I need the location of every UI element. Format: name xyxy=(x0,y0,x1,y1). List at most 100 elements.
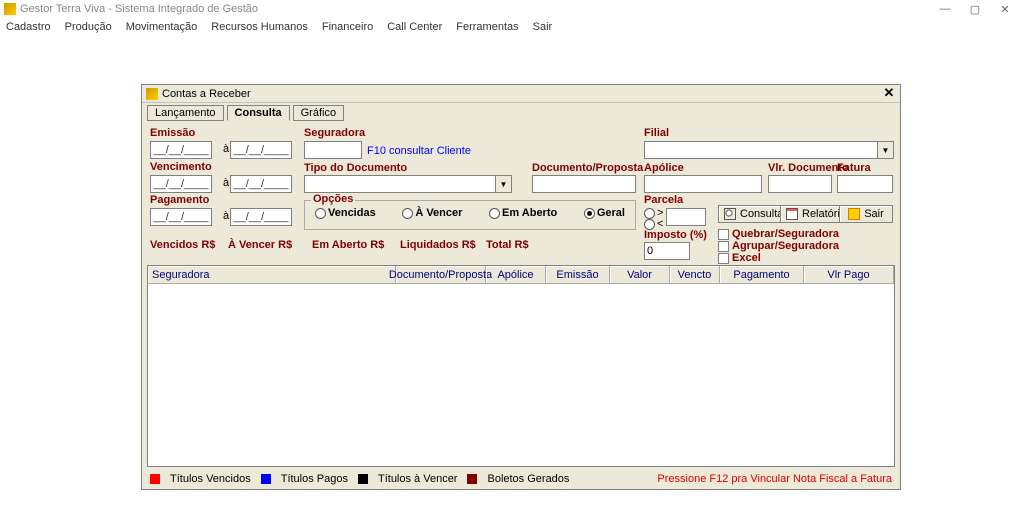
label-imposto: Imposto (%) xyxy=(644,229,707,241)
exit-icon xyxy=(848,208,860,220)
legend: Títulos Vencidos Títulos Pagos Títulos à… xyxy=(150,473,569,485)
imposto-input[interactable] xyxy=(644,242,690,260)
pagamento-ate-input[interactable] xyxy=(230,208,292,226)
label-seguradora: Seguradora xyxy=(304,127,365,139)
menu-moviment[interactable]: Movimentação xyxy=(126,21,198,33)
tipo-documento-combo[interactable]: ▼ xyxy=(304,175,512,193)
tab-label: Lançamento xyxy=(155,107,216,119)
label-vencimento: Vencimento xyxy=(150,161,212,173)
label-fatura: Fatura xyxy=(837,162,871,174)
chevron-down-icon: ▼ xyxy=(495,176,511,192)
app-icon xyxy=(4,3,16,15)
label-doc-proposta: Documento/Proposta xyxy=(532,162,643,174)
inner-window-icon xyxy=(146,88,158,100)
radio-label: À Vencer xyxy=(415,207,462,219)
results-grid[interactable]: Seguradora Documento/Proposta Apólice Em… xyxy=(147,265,895,467)
parcela-input[interactable] xyxy=(666,208,706,226)
tab-consulta[interactable]: Consulta xyxy=(227,105,290,121)
chk-excel[interactable]: Excel xyxy=(718,252,761,264)
tab-label: Consulta xyxy=(235,107,282,119)
label-emissao: Emissão xyxy=(150,127,195,139)
close-app-button[interactable]: ✕ xyxy=(990,3,1020,16)
f12-hint: Pressione F12 pra Vincular Nota Fiscal a… xyxy=(657,473,892,485)
vencimento-ate: à xyxy=(223,177,229,189)
sum-em-aberto: Em Aberto R$ xyxy=(312,239,384,251)
minimize-button[interactable]: — xyxy=(930,3,960,15)
radio-vencidas[interactable]: Vencidas xyxy=(315,207,376,219)
app-titlebar: Gestor Terra Viva - Sistema Integrado de… xyxy=(0,0,1024,18)
menu-financeiro[interactable]: Financeiro xyxy=(322,21,373,33)
tabs: Lançamento Consulta Gráfico xyxy=(142,103,900,121)
legend-color-boletos xyxy=(467,474,477,484)
pagamento-ate: à xyxy=(223,210,229,222)
vlr-documento-input[interactable] xyxy=(768,175,832,193)
pagamento-de-input[interactable] xyxy=(150,208,212,226)
chk-label: Excel xyxy=(732,252,761,264)
radio-a-vencer[interactable]: À Vencer xyxy=(402,207,462,219)
label-tipo-doc: Tipo do Documento xyxy=(304,162,407,174)
col-seguradora[interactable]: Seguradora xyxy=(148,266,396,283)
emissao-de-input[interactable] xyxy=(150,141,212,159)
legend-a-vencer: Títulos à Vencer xyxy=(378,473,458,485)
fatura-input[interactable] xyxy=(837,175,893,193)
search-icon xyxy=(724,208,736,220)
col-apolice[interactable]: Apólice xyxy=(486,266,546,283)
col-vlr-pago[interactable]: Vlr Pago xyxy=(804,266,894,283)
sum-vencidos: Vencidos R$ xyxy=(150,239,215,251)
label-parcela: Parcela xyxy=(644,194,683,206)
filial-combo[interactable]: ▼ xyxy=(644,141,894,159)
menu-cadastro[interactable]: Cadastro xyxy=(6,21,51,33)
sair-button[interactable]: Sair xyxy=(839,205,893,223)
emissao-ate: à xyxy=(223,143,229,155)
close-button[interactable]: ✕ xyxy=(882,87,896,101)
chevron-down-icon: ▼ xyxy=(877,142,893,158)
col-doc-proposta[interactable]: Documento/Proposta xyxy=(396,266,486,283)
legend-vencidos: Títulos Vencidos xyxy=(170,473,251,485)
consulta-panel: Emissão à Vencimento à Pagamento à Segur… xyxy=(142,121,900,487)
menu-rh[interactable]: Recursos Humanos xyxy=(211,21,308,33)
menu-sair[interactable]: Sair xyxy=(533,21,553,33)
col-vencto[interactable]: Vencto xyxy=(670,266,720,283)
legend-color-pagos xyxy=(261,474,271,484)
maximize-button[interactable]: ▢ xyxy=(960,3,990,16)
report-icon xyxy=(786,208,798,220)
label-filial: Filial xyxy=(644,127,669,139)
menu-callcenter[interactable]: Call Center xyxy=(387,21,442,33)
seguradora-input[interactable] xyxy=(304,141,362,159)
chk-quebrar-seguradora[interactable]: Quebrar/Seguradora xyxy=(718,228,839,240)
menu-producao[interactable]: Produção xyxy=(65,21,112,33)
contas-a-receber-window: Contas a Receber ✕ Lançamento Consulta G… xyxy=(141,84,901,490)
tab-lancamento[interactable]: Lançamento xyxy=(147,105,224,121)
menu-ferramentas[interactable]: Ferramentas xyxy=(456,21,518,33)
doc-proposta-input[interactable] xyxy=(532,175,636,193)
tab-grafico[interactable]: Gráfico xyxy=(293,105,344,121)
button-label: Sair xyxy=(864,208,884,220)
legend-boletos: Boletos Gerados xyxy=(487,473,569,485)
col-emissao[interactable]: Emissão xyxy=(546,266,610,283)
legend-pagos: Títulos Pagos xyxy=(281,473,348,485)
app-title: Gestor Terra Viva - Sistema Integrado de… xyxy=(20,3,258,15)
chk-label: Agrupar/Seguradora xyxy=(732,240,839,252)
emissao-ate-input[interactable] xyxy=(230,141,292,159)
col-valor[interactable]: Valor xyxy=(610,266,670,283)
chk-agrupar-seguradora[interactable]: Agrupar/Seguradora xyxy=(718,240,839,252)
col-pagamento[interactable]: Pagamento xyxy=(720,266,804,283)
vencimento-de-input[interactable] xyxy=(150,175,212,193)
label-apolice: Apólice xyxy=(644,162,684,174)
legend-color-vencidos xyxy=(150,474,160,484)
radio-geral[interactable]: Geral xyxy=(584,207,625,219)
vencimento-ate-input[interactable] xyxy=(230,175,292,193)
opcoes-group: Opções Vencidas À Vencer Em Aberto Geral xyxy=(304,200,636,230)
radio-em-aberto[interactable]: Em Aberto xyxy=(489,207,557,219)
label-pagamento: Pagamento xyxy=(150,194,209,206)
f10-hint: F10 consultar Cliente xyxy=(367,145,471,157)
chk-label: Quebrar/Seguradora xyxy=(732,228,839,240)
sum-a-vencer: À Vencer R$ xyxy=(228,239,292,251)
radio-label: Geral xyxy=(597,207,625,219)
radio-label: Vencidas xyxy=(328,207,376,219)
radio-label: Em Aberto xyxy=(502,207,557,219)
sum-total: Total R$ xyxy=(486,239,529,251)
apolice-input[interactable] xyxy=(644,175,762,193)
sum-liquidados: Liquidados R$ xyxy=(400,239,476,251)
grid-header: Seguradora Documento/Proposta Apólice Em… xyxy=(148,266,894,284)
